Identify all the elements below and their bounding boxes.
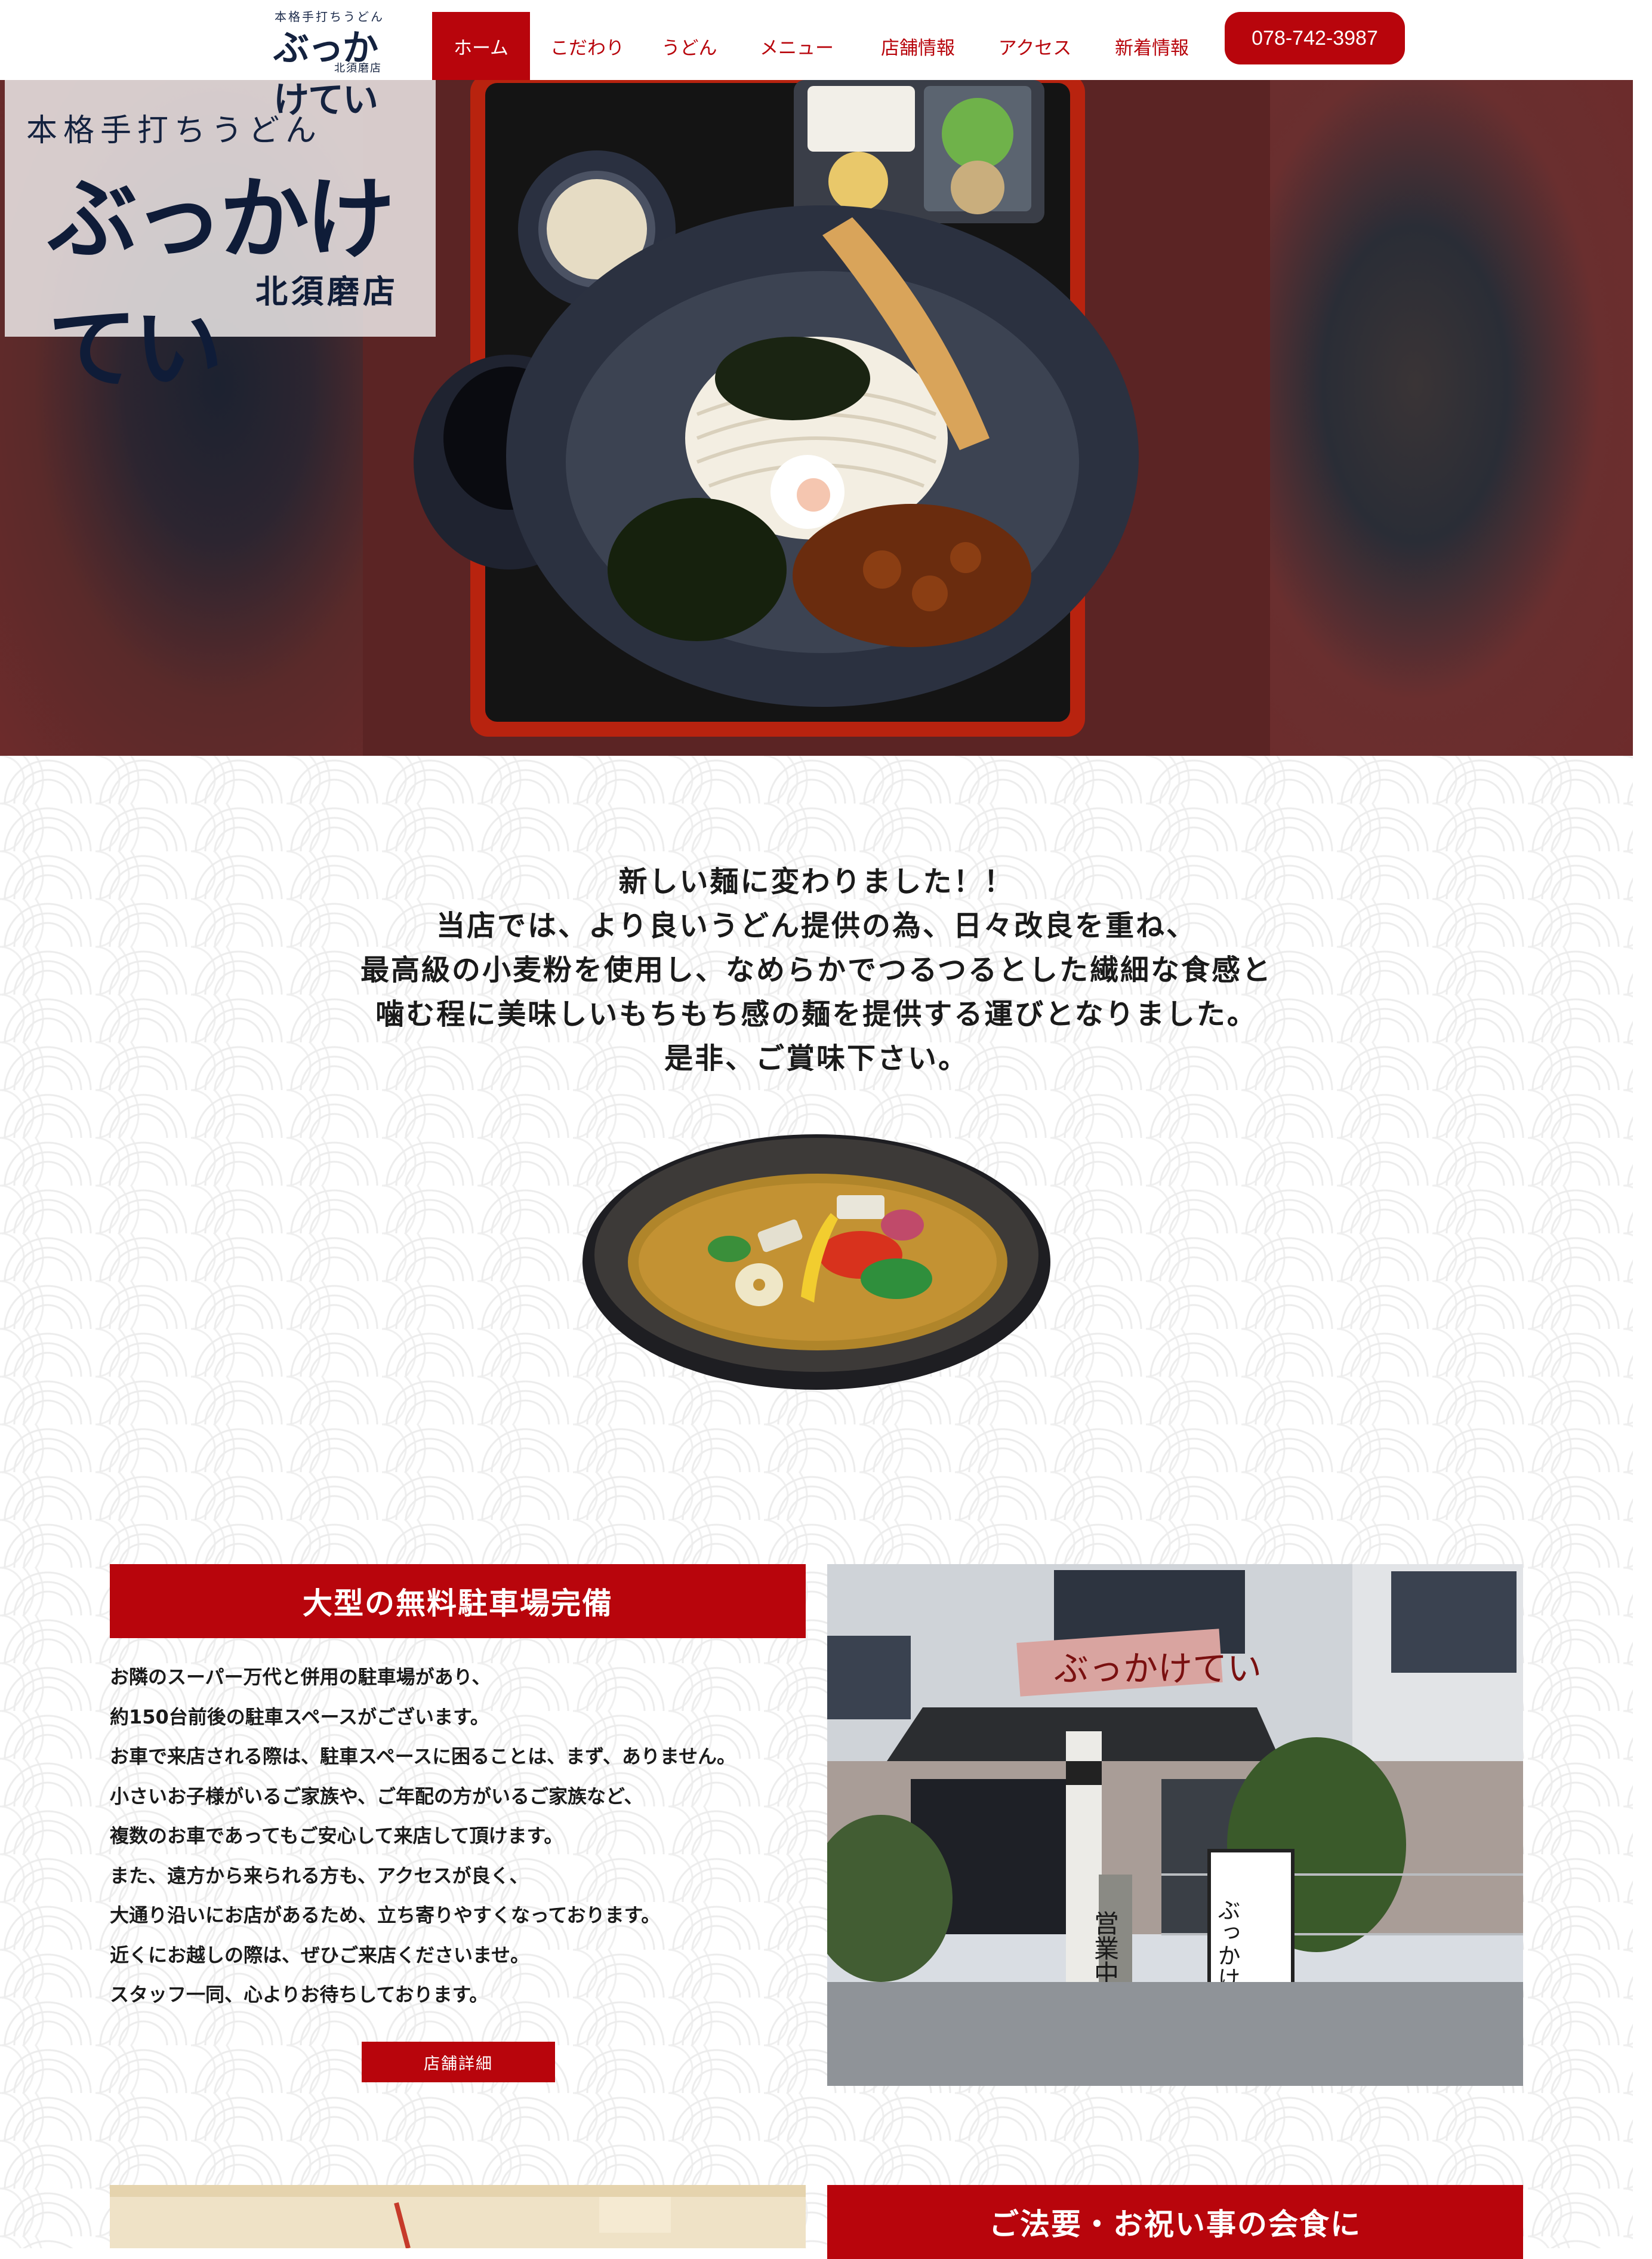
- parking-paragraph: スタッフ一同、心よりお待ちしております。: [110, 1983, 489, 2006]
- storefront-banner-text: 営業中: [1090, 1910, 1120, 1986]
- banquet-room-photo: [110, 2185, 806, 2248]
- parking-paragraph: 小さいお子様がいるご家族や、ご年配の方がいるご家族など、: [110, 1784, 643, 1808]
- phone-button[interactable]: 078-742-3987: [1225, 12, 1405, 64]
- celebration-heading: ご法要・お祝い事の会食に: [827, 2185, 1523, 2259]
- hero-branch-name: 北須磨店: [255, 272, 399, 310]
- parking-paragraph: お車で来店される際は、駐車スペースに困ることは、まず、ありません。: [110, 1745, 736, 1768]
- storefront-sign-text: ぶっかけてい: [1054, 1648, 1262, 1689]
- hero-blur-right: [1270, 80, 1633, 756]
- site-header: 本格手打ちうどん ぶっかけてい 北須磨店 ホーム こだわり うどん メニュー 店…: [0, 0, 1652, 121]
- storefront-photo: ぶっかけてい 営業中 ぶっかけてい: [827, 1564, 1523, 2086]
- parking-paragraph: 大通り沿いにお店があるため、立ち寄りやすくなっております。: [110, 1904, 661, 1926]
- intro-message: 新しい麺に変わりました！！ 当店では、より良いうどん提供の為、日々改良を重ね、 …: [220, 860, 1413, 1081]
- hero-udon-photo: [363, 80, 1270, 756]
- intro-line: 新しい麺に変わりました！！: [618, 865, 1015, 898]
- parking-paragraph: 近くにお越しの際は、ぜひご来店くださいませ。: [110, 1943, 530, 1966]
- main-nav: ホーム こだわり うどん メニュー 店舗情報 アクセス 新着情報: [432, 12, 1210, 80]
- nav-item-kodawari[interactable]: こだわり: [530, 12, 645, 80]
- nav-item-menu[interactable]: メニュー: [734, 12, 859, 80]
- intro-line: 噛む程に美味しいもちもち感の麺を提供する運びとなりました。: [375, 998, 1258, 1031]
- intro-line: 是非、ご賞味下さい。: [664, 1042, 969, 1075]
- parking-paragraph: お隣のスーパー万代と併用の駐車場があり、: [110, 1666, 491, 1688]
- intro-line: 最高級の小麦粉を使用し、なめらかでつるつるとした繊細な食感と: [360, 953, 1273, 987]
- nav-item-store-info[interactable]: 店舗情報: [859, 12, 976, 80]
- parking-paragraph: 複数のお車であってもご安心して来店して頂けます。: [110, 1824, 563, 1847]
- parking-heading: 大型の無料駐車場完備: [110, 1564, 806, 1638]
- nav-item-home[interactable]: ホーム: [432, 12, 530, 80]
- curry-udon-photo: [582, 1134, 1050, 1390]
- parking-description: お隣のスーパー万代と併用の駐車場があり、 約150台前後の駐車スペースがございま…: [110, 1657, 814, 2015]
- store-detail-button[interactable]: 店舗詳細: [362, 2042, 555, 2082]
- parking-paragraph: 約150台前後の駐車スペースがございます。: [110, 1705, 489, 1728]
- logo-branch: 北須磨店: [334, 62, 382, 75]
- nav-item-udon[interactable]: うどん: [645, 12, 734, 80]
- intro-line: 当店では、より良いうどん提供の為、日々改良を重ね、: [436, 909, 1197, 943]
- site-logo[interactable]: 本格手打ちうどん ぶっかけてい 北須磨店: [263, 4, 406, 121]
- parking-paragraph: また、遠方から来られる方も、アクセスが良く、: [110, 1864, 529, 1887]
- nav-item-access[interactable]: アクセス: [976, 12, 1093, 80]
- nav-item-news[interactable]: 新着情報: [1093, 12, 1210, 80]
